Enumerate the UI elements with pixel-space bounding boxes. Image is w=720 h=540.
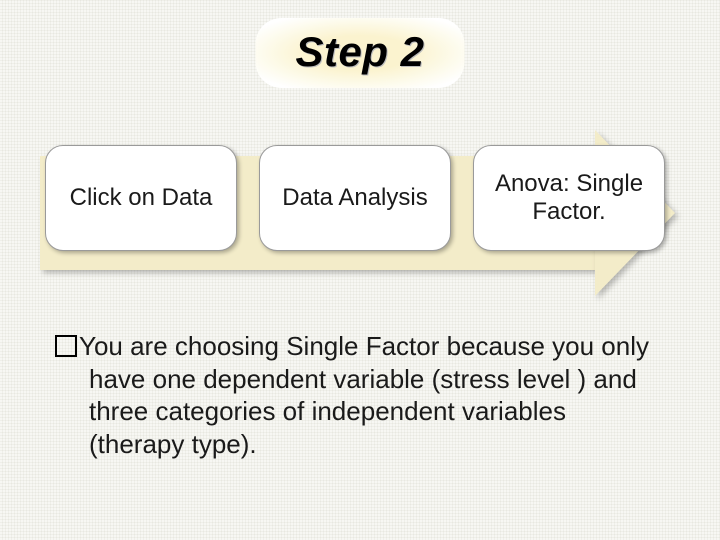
step-box-1: Click on Data xyxy=(45,145,237,251)
step-label: Data Analysis xyxy=(282,184,427,212)
body-paragraph: You are choosing Single Factor because y… xyxy=(55,330,665,460)
step-label: Anova: Single Factor. xyxy=(484,170,654,225)
bullet-square-icon xyxy=(55,335,77,357)
step-label: Click on Data xyxy=(70,184,213,212)
slide: Step 2 Click on Data Data Analysis Anova… xyxy=(0,0,720,540)
step-box-2: Data Analysis xyxy=(259,145,451,251)
slide-title: Step 2 xyxy=(255,18,464,88)
step-box-3: Anova: Single Factor. xyxy=(473,145,665,251)
title-container: Step 2 xyxy=(255,18,464,88)
body-text-content: You are choosing Single Factor because y… xyxy=(79,331,649,459)
steps-row: Click on Data Data Analysis Anova: Singl… xyxy=(45,145,665,251)
